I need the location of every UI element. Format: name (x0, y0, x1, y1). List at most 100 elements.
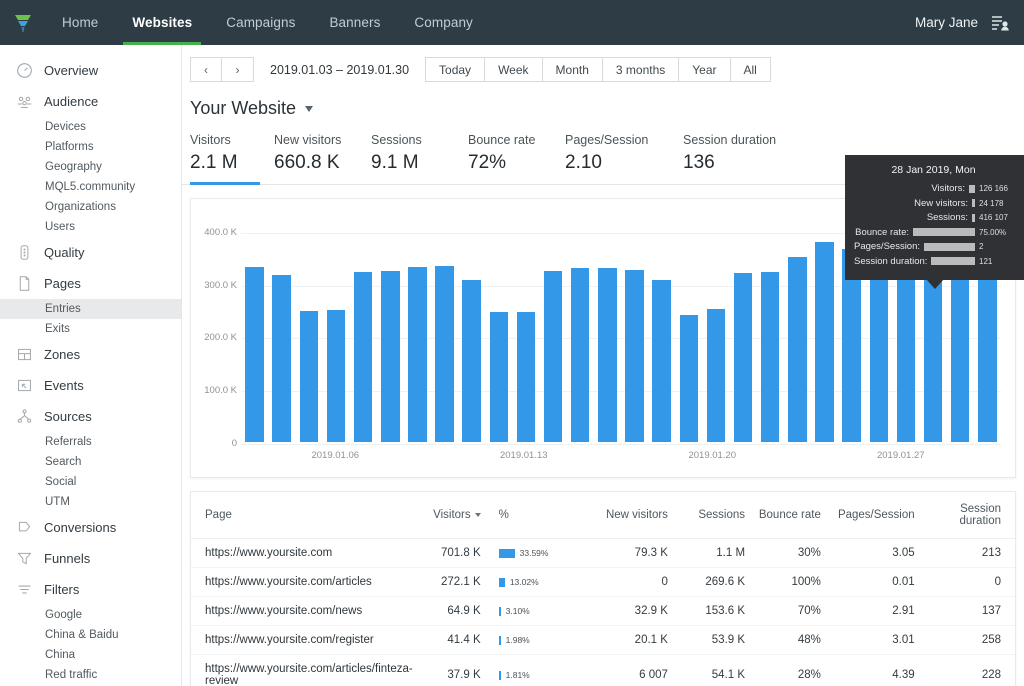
chart-bar[interactable] (598, 267, 617, 442)
sidebar-item-conversions[interactable]: Conversions (0, 512, 181, 543)
sidebar-subitem-devices[interactable]: Devices (0, 117, 181, 137)
sidebar-subitem-exits[interactable]: Exits (0, 319, 181, 339)
sidebar-subitem-entries[interactable]: Entries (0, 299, 181, 319)
range-label: Today (439, 62, 472, 77)
range-week-button[interactable]: Week (485, 57, 543, 82)
sidebar-subitem-china-baidu[interactable]: China & Baidu (0, 625, 181, 645)
sidebar-subitem-referrals[interactable]: Referrals (0, 432, 181, 452)
cell-percent: 13.02% (484, 567, 576, 597)
sidebar-label: Pages (44, 276, 81, 291)
date-range-label[interactable]: 2019.01.03 – 2019.01.30 (254, 63, 425, 77)
chart-bar[interactable] (896, 274, 916, 442)
tooltip-row: Visitors: 126 166 (854, 183, 1013, 194)
sidebar-subitem-platforms[interactable]: Platforms (0, 137, 181, 157)
sidebar-item-quality[interactable]: Quality (0, 237, 181, 268)
chart-bar[interactable] (516, 312, 536, 442)
sidebar-subitem-mql5-community[interactable]: MQL5.community (0, 177, 181, 197)
table-row[interactable]: https://www.yoursite.com/articles/fintez… (191, 654, 1015, 686)
table-row[interactable]: https://www.yoursite.com/register 41.4 K 1… (191, 625, 1015, 655)
chart-bar[interactable] (571, 267, 590, 442)
table-row[interactable]: https://www.yoursite.com/news 64.9 K 3.10%… (191, 596, 1015, 626)
chart-bar[interactable] (788, 257, 807, 442)
kpi-new-visitors[interactable]: New visitors 660.8 K (274, 133, 371, 184)
chevron-down-icon[interactable] (305, 105, 314, 112)
chart-bar[interactable] (326, 310, 346, 442)
tooltip-rows: Visitors: 126 166 New visitors: 24 178 Sessi… (854, 183, 1013, 267)
nav-item-websites[interactable]: Websites (115, 0, 209, 45)
sidebar-subitem-organizations[interactable]: Organizations (0, 197, 181, 217)
sidebar: Overview Audience Devices Platforms Geog… (0, 45, 182, 686)
chart-bar[interactable] (733, 273, 753, 442)
sidebar-sublabel: Exits (45, 323, 70, 335)
sidebar-item-zones[interactable]: Zones (0, 339, 181, 370)
table-row[interactable]: https://www.yoursite.com/articles 272.1 K… (191, 567, 1015, 597)
sidebar-subitem-google[interactable]: Google (0, 605, 181, 625)
column-header-new-visitors[interactable]: New visitors (575, 492, 674, 539)
column-header-page[interactable]: Page (191, 492, 413, 539)
sidebar-subitem-red-traffic[interactable]: Red traffic (0, 665, 181, 685)
sidebar-item-events[interactable]: Events (0, 370, 181, 401)
table-row[interactable]: https://www.yoursite.com 701.8 K 33.59% 79.… (191, 538, 1015, 568)
range-today-button[interactable]: Today (425, 57, 486, 82)
nav-label: Home (62, 15, 99, 30)
sidebar-subitem-geography[interactable]: Geography (0, 157, 181, 177)
nav-item-banners[interactable]: Banners (312, 0, 397, 45)
tooltip-metric-value: 75.00% (979, 227, 1007, 237)
user-card-icon[interactable] (990, 13, 1010, 33)
chart-bar-slot (350, 217, 377, 442)
tooltip-metric-bar (972, 213, 975, 222)
column-header-sessions[interactable]: Sessions (673, 492, 752, 539)
chart-bar[interactable] (489, 311, 509, 442)
sidebar-subitem-china[interactable]: China (0, 645, 181, 665)
sidebar-subitem-utm[interactable]: UTM (0, 492, 181, 512)
chart-bar-slot (431, 217, 458, 442)
kpi-pages-session[interactable]: Pages/Session 2.10 (565, 133, 683, 184)
sidebar-item-funnels[interactable]: Funnels (0, 543, 181, 574)
chart-bar[interactable] (652, 280, 671, 442)
next-period-button[interactable]: › (222, 57, 254, 82)
chart-bar[interactable] (869, 276, 889, 442)
kpi-bounce-rate[interactable]: Bounce rate 72% (468, 133, 565, 184)
chart-bar[interactable] (679, 315, 699, 442)
range-all-button[interactable]: All (730, 57, 771, 82)
range-year-button[interactable]: Year (679, 57, 731, 82)
column-header-bounce-rate[interactable]: Bounce rate (751, 492, 827, 539)
sidebar-item-overview[interactable]: Overview (0, 55, 181, 86)
chart-bar[interactable] (381, 270, 400, 442)
chart-bar[interactable] (353, 272, 373, 442)
y-axis-tick-label: 300.0 K (204, 279, 237, 291)
x-axis-tick-label: 2019.01.06 (311, 450, 360, 461)
chart-bar[interactable] (761, 271, 780, 442)
sidebar-item-pages[interactable]: Pages (0, 268, 181, 299)
sidebar-subitem-social[interactable]: Social (0, 472, 181, 492)
chart-bar[interactable] (706, 308, 726, 442)
app-logo[interactable] (0, 0, 45, 45)
chart-bar[interactable] (272, 275, 291, 442)
nav-item-home[interactable]: Home (45, 0, 115, 45)
chart-bar[interactable] (462, 280, 481, 442)
range-3months-button[interactable]: 3 months (602, 57, 680, 82)
prev-period-button[interactable]: ‹ (190, 57, 222, 82)
chart-bar[interactable] (245, 267, 264, 442)
chart-bar[interactable] (815, 242, 834, 442)
kpi-session-duration[interactable]: Session duration 136 (683, 133, 813, 184)
chart-bar[interactable] (408, 266, 427, 442)
column-header-percent[interactable]: % (484, 492, 576, 539)
column-header-pages-session[interactable]: Pages/Session (826, 492, 921, 539)
sidebar-subitem-search[interactable]: Search (0, 452, 181, 472)
nav-item-campaigns[interactable]: Campaigns (209, 0, 312, 45)
sidebar-item-sources[interactable]: Sources (0, 401, 181, 432)
chart-bar[interactable] (543, 270, 563, 442)
column-header-session-duration[interactable]: Session duration (920, 492, 1015, 539)
chart-bar[interactable] (625, 269, 644, 442)
chart-bar[interactable] (299, 310, 319, 442)
nav-item-company[interactable]: Company (397, 0, 489, 45)
sidebar-subitem-users[interactable]: Users (0, 217, 181, 237)
chart-bar[interactable] (435, 266, 454, 442)
column-header-visitors[interactable]: Visitors (412, 492, 485, 539)
sidebar-item-audience[interactable]: Audience (0, 86, 181, 117)
range-month-button[interactable]: Month (542, 57, 603, 82)
sidebar-item-filters[interactable]: Filters (0, 574, 181, 605)
kpi-sessions[interactable]: Sessions 9.1 M (371, 133, 468, 184)
kpi-visitors[interactable]: Visitors 2.1 M (190, 133, 274, 185)
